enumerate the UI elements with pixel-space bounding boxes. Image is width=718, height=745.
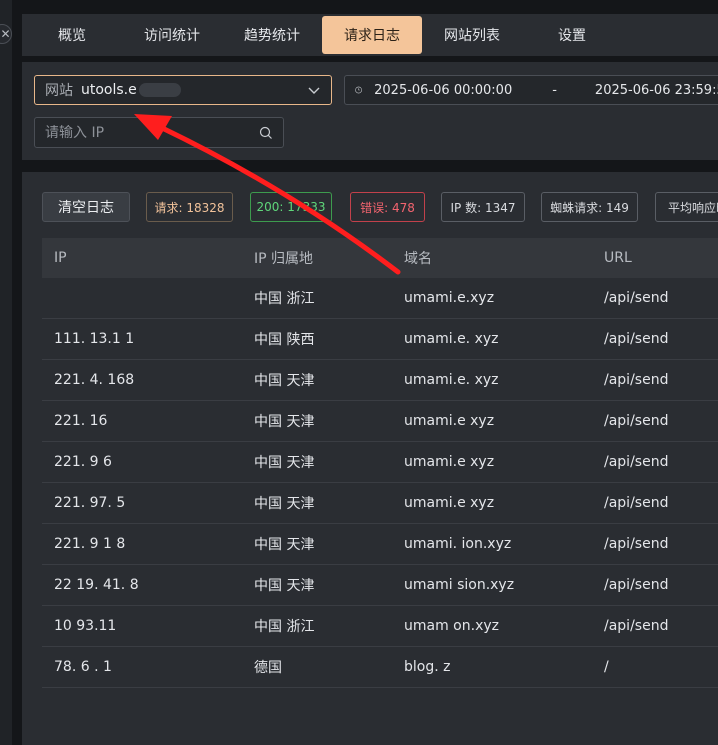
chevron-down-icon <box>308 87 320 94</box>
cell-url: /api/send <box>592 318 718 360</box>
table-row[interactable]: 221. 16 中国 天津 umami.e xyz/api/send <box>42 400 718 442</box>
cell-url: /api/send <box>592 605 718 647</box>
col-header-location: IP 归属地 <box>242 238 392 278</box>
col-header-domain: 域名 <box>392 238 592 278</box>
site-select-label: 网站 <box>45 83 73 99</box>
table-row[interactable]: 中国 浙江 umami.e.xyz/api/send <box>42 278 718 319</box>
cell-location: 中国 天津 <box>242 564 392 606</box>
avg-response-badge: 平均响应时 <box>655 192 718 222</box>
cell-url: / <box>592 646 718 688</box>
cell-domain: umami sion.xyz <box>392 564 592 606</box>
cell-location: 中国 浙江 <box>242 605 392 647</box>
table-row[interactable]: 221. 9 1 8 中国 天津 umami. ion.xyz/api/send <box>42 523 718 565</box>
redaction-mark <box>138 83 181 97</box>
ip-search-box <box>34 117 284 148</box>
cell-url: /api/send <box>592 278 718 319</box>
date-separator: - <box>552 82 557 98</box>
cell-domain: blog. z <box>392 646 592 688</box>
cell-url: /api/send <box>592 359 718 401</box>
cell-url: /api/send <box>592 400 718 442</box>
cell-domain: umam on.xyz <box>392 605 592 647</box>
ip-search-input[interactable] <box>45 124 259 141</box>
top-tabs: 概览 访问统计 趋势统计 请求日志 网站列表 设置 <box>22 14 718 56</box>
cell-ip: 221. 4. 168 <box>42 359 242 401</box>
tab-site-list[interactable]: 网站列表 <box>422 16 522 54</box>
cell-url: /api/send <box>592 482 718 524</box>
log-panel: 清空日志 请求: 18328 200: 17333 错误: 478 IP 数: … <box>22 172 718 745</box>
cell-domain: umami. ion.xyz <box>392 523 592 565</box>
cell-ip: 10 93.11 <box>42 605 242 647</box>
table-row[interactable]: 111. 13.1 1 中国 陕西 umami.e. xyz/api/send <box>42 318 718 360</box>
tab-overview[interactable]: 概览 <box>22 16 122 54</box>
date-range-picker[interactable]: 2025-06-06 00:00:00 - 2025-06-06 23:59:5… <box>344 75 718 105</box>
clock-icon <box>355 86 362 94</box>
cell-ip: 221. 9 6 <box>42 441 242 483</box>
table-row[interactable]: 10 93.11 中国 浙江 umam on.xyz/api/send <box>42 605 718 647</box>
table-row[interactable]: 221. 4. 168 中国 天津 umami.e. xyz/api/send <box>42 359 718 401</box>
request-log-table: IP IP 归属地 域名 URL 中国 浙江 umami.e.xyz/api/se… <box>42 238 718 688</box>
cell-location: 中国 天津 <box>242 400 392 442</box>
cell-location: 中国 天津 <box>242 359 392 401</box>
requests-badge: 请求: 18328 <box>146 192 233 222</box>
table-body: 中国 浙江 umami.e.xyz/api/send 111. 13.1 1 中国 陕… <box>42 278 718 688</box>
cell-ip: 78. 6 . 1 <box>42 646 242 688</box>
clear-log-button[interactable]: 清空日志 <box>42 192 130 222</box>
table-row[interactable]: 221. 97. 5 中国 天津 umami.e xyz/api/send <box>42 482 718 524</box>
col-header-url: URL <box>592 238 718 278</box>
table-header-row: IP IP 归属地 域名 URL <box>42 238 718 278</box>
sidebar-edge <box>0 0 12 745</box>
date-start[interactable]: 2025-06-06 00:00:00 <box>374 83 512 98</box>
cell-ip: 22 19. 41. 8 <box>42 564 242 606</box>
cell-ip: 221. 97. 5 <box>42 482 242 524</box>
spider-requests-badge: 蜘蛛请求: 149 <box>541 192 638 222</box>
cell-ip <box>42 278 242 319</box>
cell-location: 中国 天津 <box>242 482 392 524</box>
cell-domain: umami.e xyz <box>392 400 592 442</box>
col-header-ip: IP <box>42 238 242 278</box>
close-icon: ✕ <box>0 27 11 41</box>
status-200-badge: 200: 17333 <box>250 192 332 222</box>
cell-url: /api/send <box>592 441 718 483</box>
ip-count-badge: IP 数: 1347 <box>441 192 525 222</box>
cell-location: 中国 陕西 <box>242 318 392 360</box>
site-select[interactable]: 网站 utools.e <box>34 75 332 105</box>
cell-url: /api/send <box>592 564 718 606</box>
table-row[interactable]: 78. 6 . 1 德国 blog. z / <box>42 646 718 688</box>
cell-domain: umami.e. xyz <box>392 359 592 401</box>
tab-visit-stats[interactable]: 访问统计 <box>122 16 222 54</box>
tab-trend-stats[interactable]: 趋势统计 <box>222 16 322 54</box>
tab-settings[interactable]: 设置 <box>522 16 622 54</box>
site-select-value: utools.e <box>81 82 137 98</box>
tab-request-log[interactable]: 请求日志 <box>322 16 422 54</box>
log-toolbar: 清空日志 请求: 18328 200: 17333 错误: 478 IP 数: … <box>42 191 718 223</box>
cell-domain: umami.e.xyz <box>392 278 592 319</box>
cell-domain: umami.e xyz <box>392 482 592 524</box>
cell-ip: 111. 13.1 1 <box>42 318 242 360</box>
date-end[interactable]: 2025-06-06 23:59:59 <box>595 83 718 98</box>
cell-ip: 221. 9 1 8 <box>42 523 242 565</box>
cell-location: 中国 天津 <box>242 441 392 483</box>
cell-ip: 221. 16 <box>42 400 242 442</box>
filter-panel: 网站 utools.e 2025-06-06 00:00:00 - 2025-0… <box>22 62 718 160</box>
cell-location: 德国 <box>242 646 392 688</box>
cell-location: 中国 浙江 <box>242 278 392 319</box>
cell-domain: umami.e xyz <box>392 441 592 483</box>
table-row[interactable]: 22 19. 41. 8 中国 天津 umami sion.xyz/api/send <box>42 564 718 606</box>
search-icon[interactable] <box>259 126 273 140</box>
cell-url: /api/send <box>592 523 718 565</box>
cell-location: 中国 天津 <box>242 523 392 565</box>
cell-domain: umami.e. xyz <box>392 318 592 360</box>
table-row[interactable]: 221. 9 6 中国 天津 umami.e xyz/api/send <box>42 441 718 483</box>
errors-badge: 错误: 478 <box>350 192 425 222</box>
